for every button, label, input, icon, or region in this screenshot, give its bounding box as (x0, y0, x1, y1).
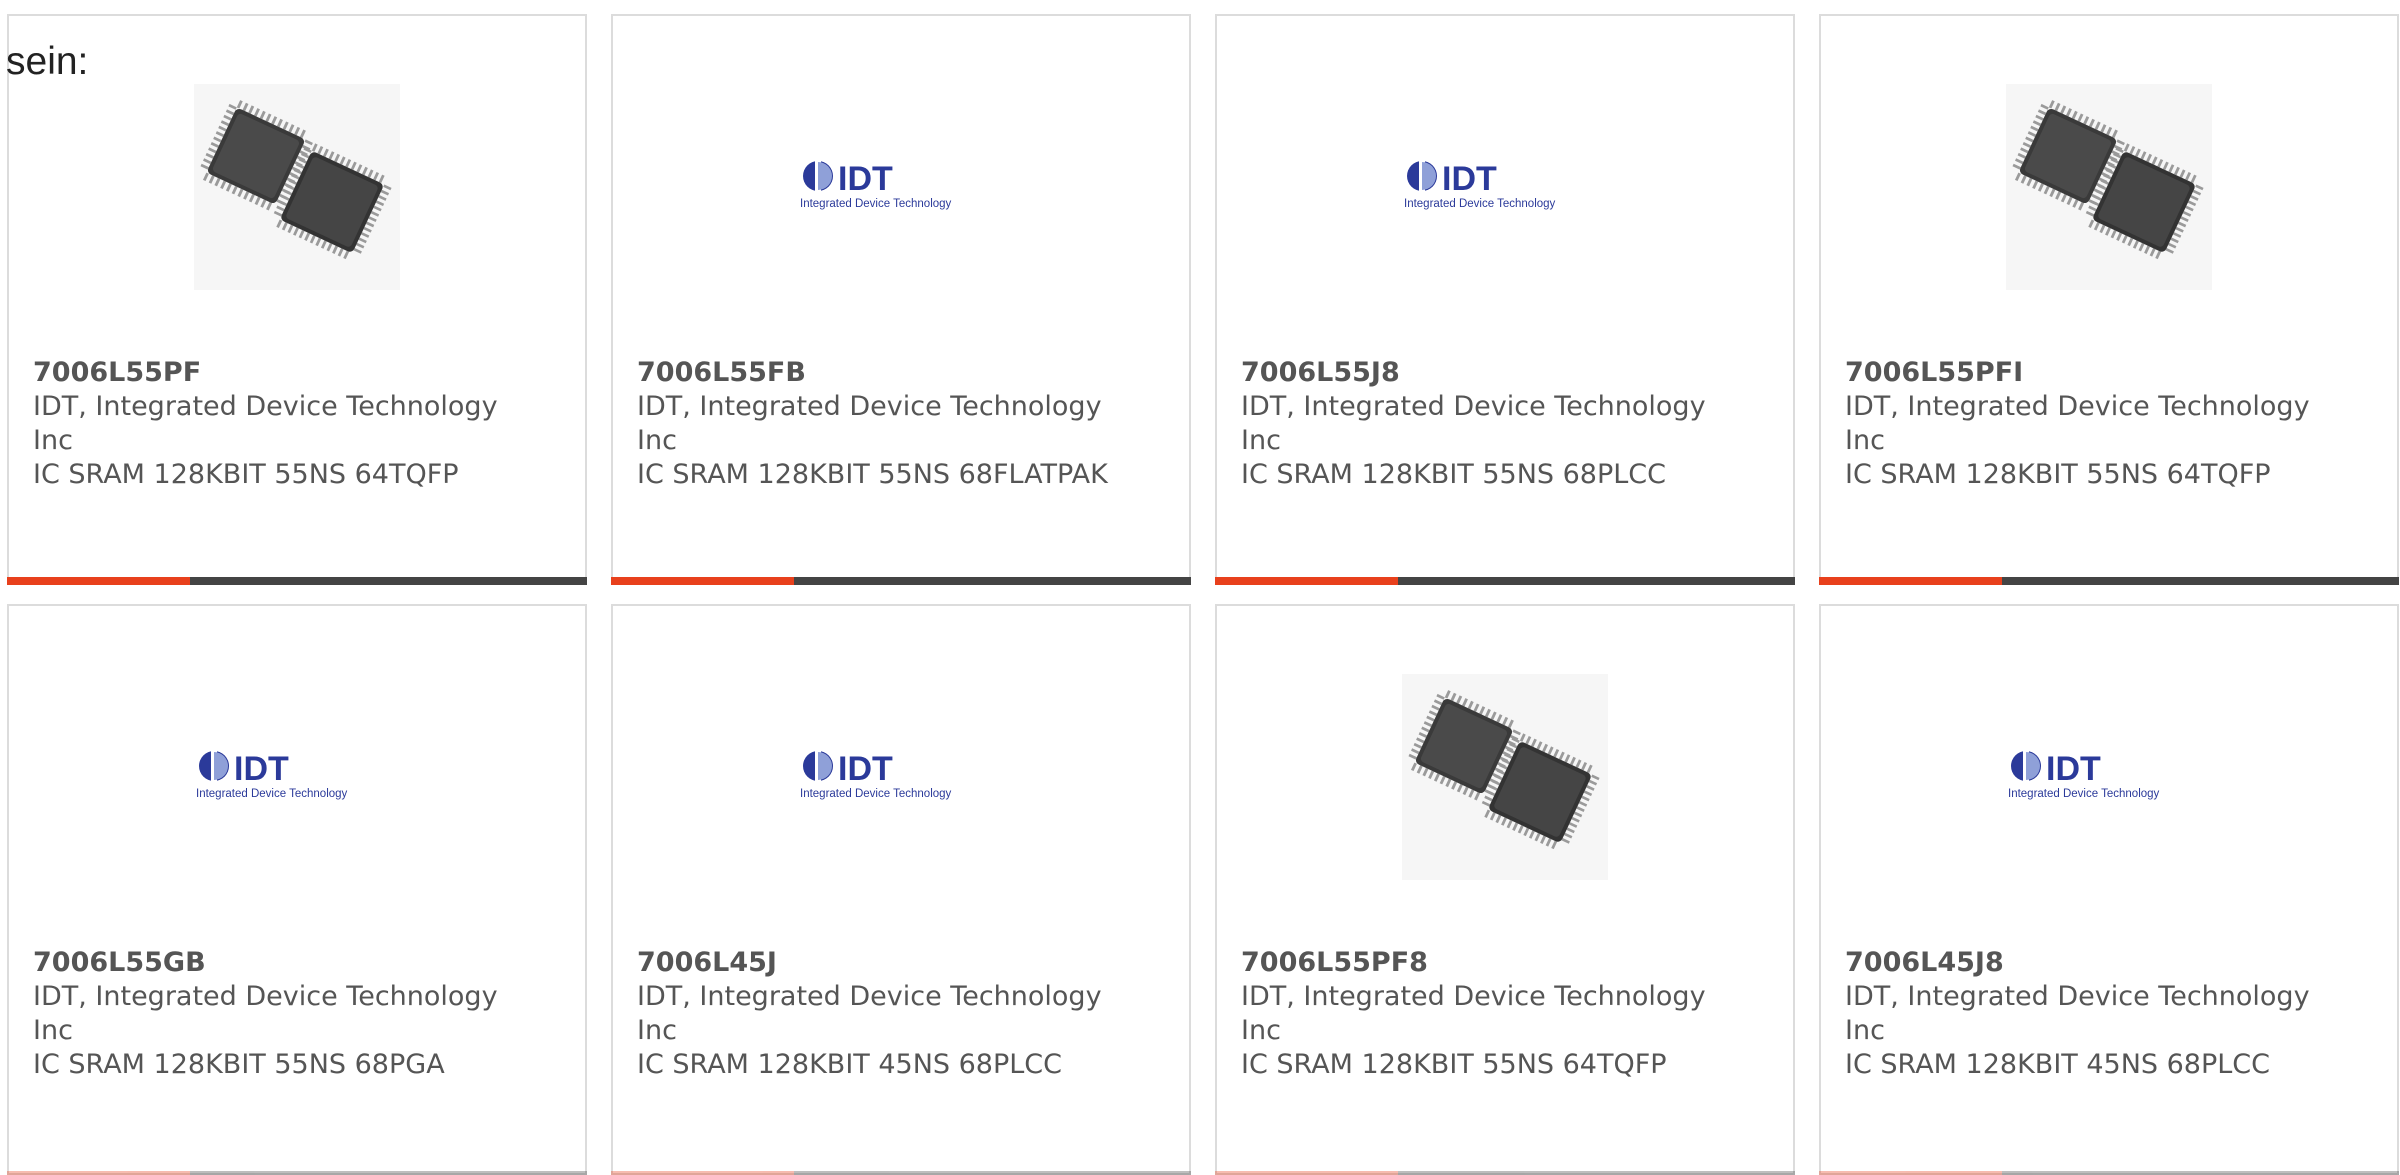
intro-text: sein: (6, 40, 89, 83)
svg-text:Integrated Device Technology: Integrated Device Technology (1404, 198, 1556, 210)
manufacturer: IDT, Integrated Device Technology Inc (33, 391, 498, 456)
product-card[interactable]: 7006L55PF8 IDT, Integrated Device Techno… (1215, 604, 1795, 1175)
svg-text:Integrated Device Technology: Integrated Device Technology (196, 788, 348, 800)
description: IC SRAM 128KBIT 55NS 68FLATPAK (637, 459, 1108, 490)
description: IC SRAM 128KBIT 45NS 68PLCC (637, 1049, 1063, 1080)
manufacturer: IDT, Integrated Device Technology Inc (637, 981, 1102, 1046)
product-info: 7006L55GB IDT, Integrated Device Technol… (33, 946, 513, 1082)
card-accent-bar (7, 577, 587, 585)
card-accent-bar (1819, 577, 2399, 585)
card-accent-bar (611, 577, 1191, 585)
manufacturer: IDT, Integrated Device Technology Inc (637, 391, 1102, 456)
product-info: 7006L45J8 IDT, Integrated Device Technol… (1845, 946, 2325, 1082)
product-card[interactable]: 7006L55PFI IDT, Integrated Device Techno… (1819, 14, 2399, 585)
idt-logo-icon: IDT Integrated Device Technology (800, 160, 952, 210)
idt-logo-icon: IDT Integrated Device Technology (2008, 750, 2160, 800)
product-card[interactable]: 7006L55PF IDT, Integrated Device Technol… (7, 14, 587, 585)
part-number[interactable]: 7006L55FB (637, 356, 1117, 390)
product-info: 7006L55PF IDT, Integrated Device Technol… (33, 356, 513, 492)
part-number[interactable]: 7006L55GB (33, 946, 513, 980)
part-number[interactable]: 7006L45J (637, 946, 1117, 980)
product-card[interactable]: IDT Integrated Device Technology 7006L55… (1215, 14, 1795, 585)
svg-text:Integrated Device Technology: Integrated Device Technology (800, 198, 952, 210)
description: IC SRAM 128KBIT 55NS 68PLCC (1241, 459, 1667, 490)
card-accent-bar (1819, 1171, 2399, 1175)
svg-text:IDT: IDT (838, 160, 893, 198)
product-image[interactable] (2006, 84, 2212, 290)
product-image[interactable]: IDT Integrated Device Technology (798, 84, 1004, 290)
description: IC SRAM 128KBIT 45NS 68PLCC (1845, 1049, 2271, 1080)
svg-text:IDT: IDT (234, 750, 289, 788)
product-image[interactable]: IDT Integrated Device Technology (2006, 674, 2212, 880)
manufacturer: IDT, Integrated Device Technology Inc (1241, 981, 1706, 1046)
manufacturer: IDT, Integrated Device Technology Inc (33, 981, 498, 1046)
idt-logo-icon: IDT Integrated Device Technology (196, 750, 348, 800)
description: IC SRAM 128KBIT 55NS 64TQFP (1241, 1049, 1667, 1080)
manufacturer: IDT, Integrated Device Technology Inc (1241, 391, 1706, 456)
part-number[interactable]: 7006L55J8 (1241, 356, 1721, 390)
description: IC SRAM 128KBIT 55NS 64TQFP (33, 459, 459, 490)
product-card[interactable]: IDT Integrated Device Technology 7006L45… (611, 604, 1191, 1175)
product-info: 7006L55PFI IDT, Integrated Device Techno… (1845, 356, 2325, 492)
svg-text:IDT: IDT (838, 750, 893, 788)
product-image[interactable] (194, 84, 400, 290)
product-grid: 7006L55PF IDT, Integrated Device Technol… (7, 14, 2400, 1175)
part-number[interactable]: 7006L55PFI (1845, 356, 2325, 390)
card-accent-bar (611, 1171, 1191, 1175)
product-image[interactable]: IDT Integrated Device Technology (798, 674, 1004, 880)
idt-logo-icon: IDT Integrated Device Technology (1404, 160, 1556, 210)
product-info: 7006L55PF8 IDT, Integrated Device Techno… (1241, 946, 1721, 1082)
product-card[interactable]: IDT Integrated Device Technology 7006L45… (1819, 604, 2399, 1175)
product-info: 7006L55J8 IDT, Integrated Device Technol… (1241, 356, 1721, 492)
product-card[interactable]: IDT Integrated Device Technology 7006L55… (7, 604, 587, 1175)
part-number[interactable]: 7006L55PF (33, 356, 513, 390)
chip-icon (200, 100, 392, 260)
product-info: 7006L55FB IDT, Integrated Device Technol… (637, 356, 1117, 492)
product-info: 7006L45J IDT, Integrated Device Technolo… (637, 946, 1117, 1082)
product-image[interactable]: IDT Integrated Device Technology (1402, 84, 1608, 290)
product-image[interactable] (1402, 674, 1608, 880)
product-image[interactable]: IDT Integrated Device Technology (194, 674, 400, 880)
svg-text:Integrated Device Technology: Integrated Device Technology (2008, 788, 2160, 800)
manufacturer: IDT, Integrated Device Technology Inc (1845, 391, 2310, 456)
card-accent-bar (1215, 1171, 1795, 1175)
chip-icon (2012, 100, 2204, 260)
product-card[interactable]: IDT Integrated Device Technology 7006L55… (611, 14, 1191, 585)
svg-text:Integrated Device Technology: Integrated Device Technology (800, 788, 952, 800)
description: IC SRAM 128KBIT 55NS 68PGA (33, 1049, 445, 1080)
card-accent-bar (7, 1171, 587, 1175)
description: IC SRAM 128KBIT 55NS 64TQFP (1845, 459, 2271, 490)
chip-icon (1408, 690, 1600, 850)
card-accent-bar (1215, 577, 1795, 585)
part-number[interactable]: 7006L55PF8 (1241, 946, 1721, 980)
svg-text:IDT: IDT (2046, 750, 2101, 788)
svg-text:IDT: IDT (1442, 160, 1497, 198)
idt-logo-icon: IDT Integrated Device Technology (800, 750, 952, 800)
part-number[interactable]: 7006L45J8 (1845, 946, 2325, 980)
manufacturer: IDT, Integrated Device Technology Inc (1845, 981, 2310, 1046)
